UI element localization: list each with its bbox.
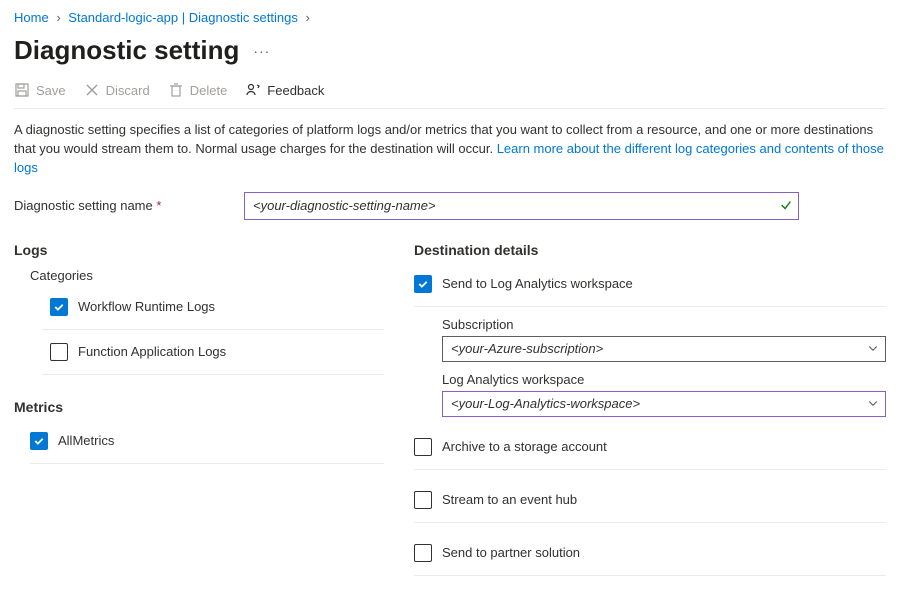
partner-label: Send to partner solution [442, 545, 580, 560]
chevron-down-icon [867, 397, 879, 412]
intro-text: A diagnostic setting specifies a list of… [14, 121, 886, 178]
archive-label: Archive to a storage account [442, 439, 607, 454]
save-icon [14, 82, 30, 98]
required-asterisk: * [156, 198, 161, 213]
subscription-label: Subscription [442, 317, 886, 332]
breadcrumb-home[interactable]: Home [14, 10, 49, 25]
breadcrumb-app[interactable]: Standard-logic-app | Diagnostic settings [68, 10, 298, 25]
workspace-select[interactable]: <your-Log-Analytics-workspace> [442, 391, 886, 417]
delete-button[interactable]: Delete [168, 82, 228, 98]
divider [42, 329, 384, 330]
save-label: Save [36, 83, 66, 98]
feedback-label: Feedback [267, 83, 324, 98]
archive-checkbox[interactable] [414, 438, 432, 456]
log-analytics-label: Send to Log Analytics workspace [442, 276, 633, 291]
trash-icon [168, 82, 184, 98]
logs-heading: Logs [14, 242, 384, 258]
workflow-runtime-label: Workflow Runtime Logs [78, 299, 215, 314]
workspace-label: Log Analytics workspace [442, 372, 886, 387]
diagnostic-name-input[interactable] [244, 192, 799, 220]
categories-label: Categories [14, 268, 384, 283]
feedback-icon [245, 82, 261, 98]
delete-label: Delete [190, 83, 228, 98]
allmetrics-checkbox[interactable] [30, 432, 48, 450]
stream-checkbox[interactable] [414, 491, 432, 509]
log-analytics-checkbox[interactable] [414, 275, 432, 293]
workspace-value: <your-Log-Analytics-workspace> [451, 396, 640, 411]
breadcrumb: Home › Standard-logic-app | Diagnostic s… [14, 10, 886, 25]
partner-checkbox[interactable] [414, 544, 432, 562]
divider [30, 463, 384, 464]
close-icon [84, 82, 100, 98]
divider [414, 306, 886, 307]
subscription-value: <your-Azure-subscription> [451, 341, 603, 356]
feedback-button[interactable]: Feedback [245, 82, 324, 98]
workflow-runtime-checkbox[interactable] [50, 298, 68, 316]
more-menu[interactable]: ··· [253, 43, 270, 59]
function-app-checkbox[interactable] [50, 343, 68, 361]
toolbar: Save Discard Delete Feedback [14, 82, 886, 109]
discard-button[interactable]: Discard [84, 82, 150, 98]
allmetrics-label: AllMetrics [58, 433, 114, 448]
divider [414, 469, 886, 470]
chevron-right-icon: › [305, 10, 309, 25]
page-title: Diagnostic setting [14, 35, 239, 66]
save-button[interactable]: Save [14, 82, 66, 98]
divider [414, 522, 886, 523]
metrics-heading: Metrics [14, 399, 384, 415]
divider [414, 575, 886, 576]
destination-heading: Destination details [414, 242, 886, 258]
divider [42, 374, 384, 375]
chevron-down-icon [867, 342, 879, 357]
stream-label: Stream to an event hub [442, 492, 577, 507]
subscription-select[interactable]: <your-Azure-subscription> [442, 336, 886, 362]
name-label: Diagnostic setting name * [14, 198, 244, 213]
function-app-label: Function Application Logs [78, 344, 226, 359]
check-icon [779, 198, 793, 215]
chevron-right-icon: › [56, 10, 60, 25]
discard-label: Discard [106, 83, 150, 98]
